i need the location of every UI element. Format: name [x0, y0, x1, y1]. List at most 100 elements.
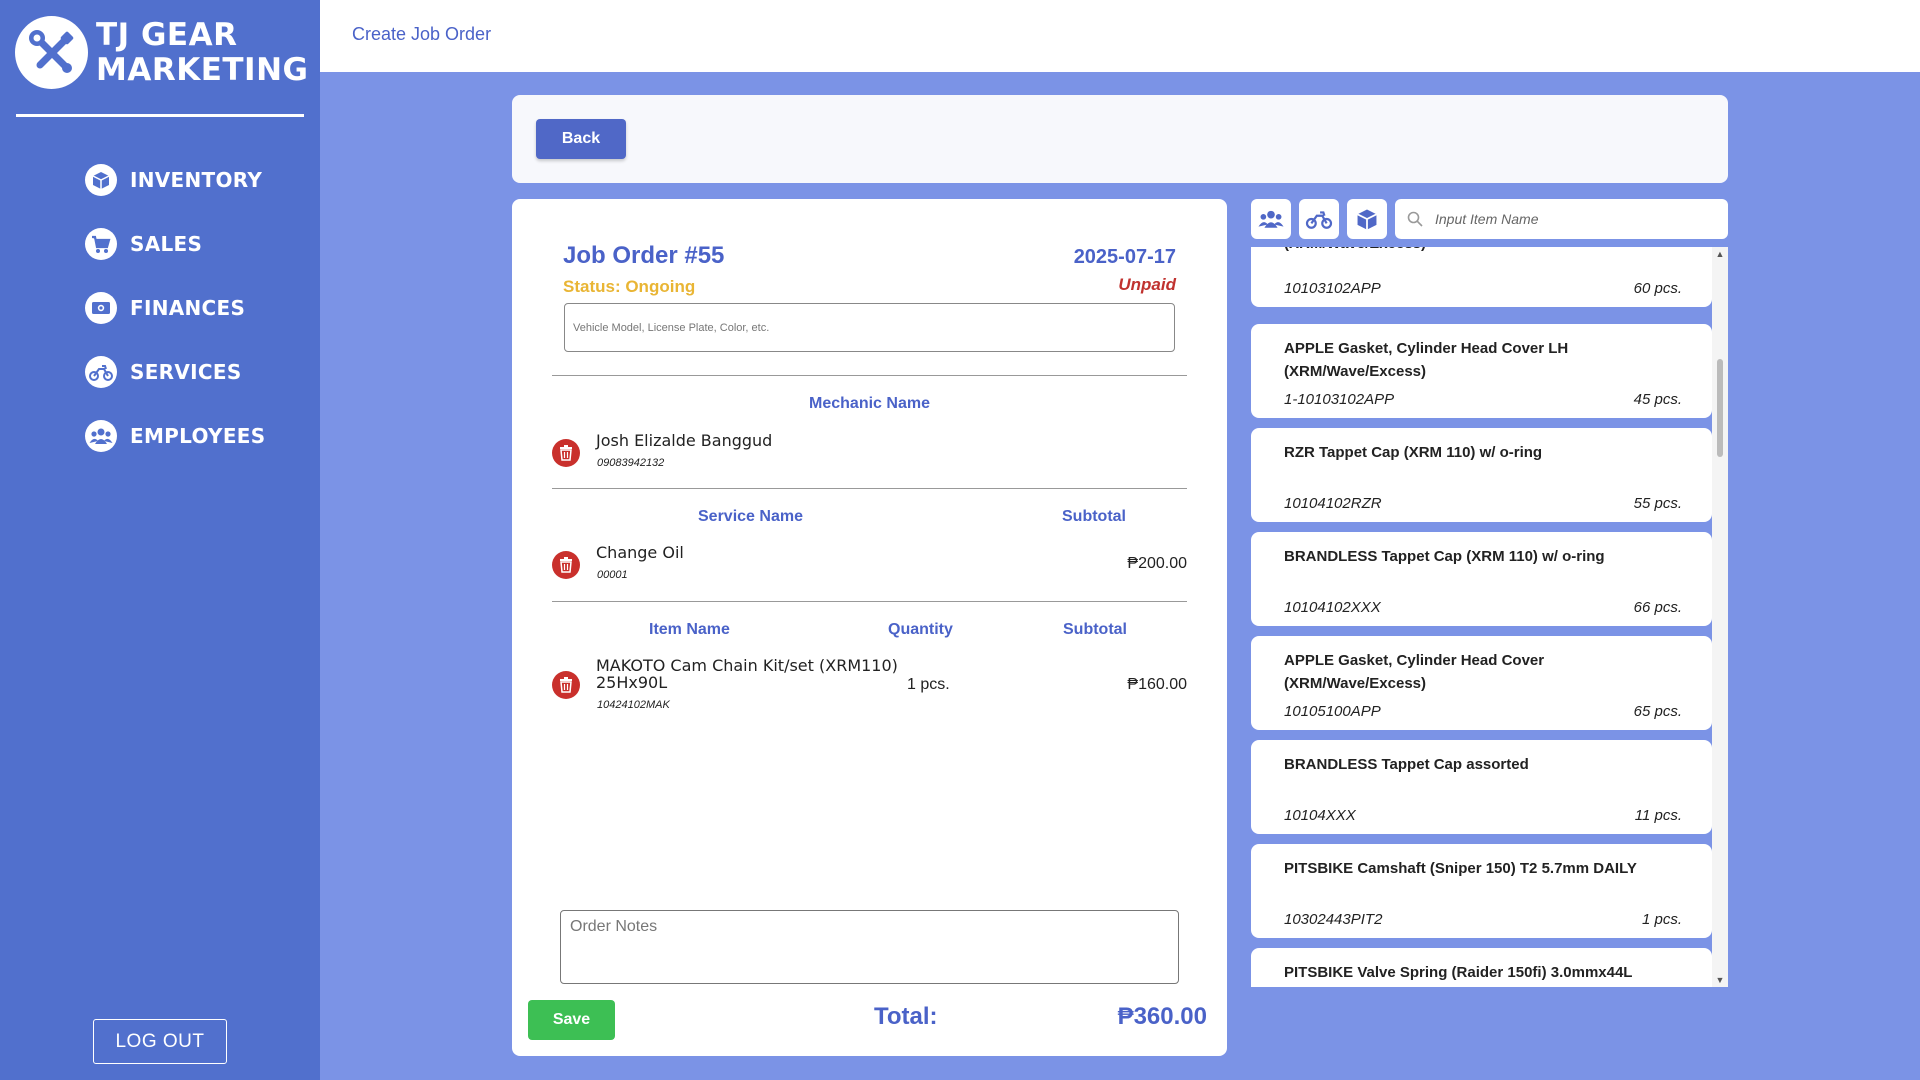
item-card-name: APPLE Gasket, Cylinder Head Cover (XRM/W…	[1284, 652, 1545, 692]
trash-icon	[560, 677, 572, 693]
sidebar-item-label: SALES	[130, 232, 203, 256]
payment-status: Unpaid	[1118, 275, 1176, 294]
item-quantity: 1 pcs.	[907, 676, 950, 693]
motorcycle-icon	[1305, 211, 1333, 229]
mechanic-name: Josh Elizalde Banggud	[596, 431, 773, 450]
box-icon	[85, 164, 117, 196]
item-list-scrollbar[interactable]: ▲ ▼	[1712, 247, 1728, 987]
item-card-qty: 55 pcs.	[1633, 495, 1682, 512]
back-panel: Back	[512, 95, 1728, 183]
item-card[interactable]: APPLE Gasket, Cylinder Head Cover LH (XR…	[1251, 324, 1712, 418]
item-card-code: 10104102RZR	[1284, 495, 1382, 512]
item-card[interactable]: BRANDLESS Tappet Cap (XRM 110) w/ o-ring…	[1251, 532, 1712, 626]
trash-icon	[560, 445, 572, 461]
scroll-up-icon[interactable]: ▲	[1715, 249, 1725, 259]
item-card-qty: 1 pcs.	[1641, 911, 1682, 928]
total-value: ₱360.00	[1117, 1003, 1207, 1030]
brand-line-1: TJ GEAR	[96, 16, 238, 53]
delete-service-button[interactable]	[552, 551, 580, 579]
item-card-name: BRANDLESS Tappet Cap assorted	[1284, 756, 1529, 773]
item-name-line-2: 25Hx90L	[596, 673, 668, 692]
filter-services-button[interactable]	[1299, 199, 1339, 239]
service-subtotal-header: Subtotal	[1062, 508, 1126, 525]
users-icon	[1258, 210, 1284, 228]
item-card[interactable]: BRANDLESS Tappet Cap assorted 10104XXX 1…	[1251, 740, 1712, 834]
sidebar-item-inventory[interactable]: INVENTORY	[85, 164, 262, 196]
item-card[interactable]: APPLE Gasket, Cylinder Head Cover (XRM/W…	[1251, 636, 1712, 730]
job-status: Status: Ongoing	[563, 277, 696, 296]
item-code: 10424102MAK	[597, 699, 670, 711]
item-card-code: 10104102XXX	[1284, 599, 1381, 616]
save-button[interactable]: Save	[528, 1000, 615, 1040]
sidebar-item-label: SERVICES	[130, 360, 242, 384]
item-card-name: PITSBIKE Valve Spring (Raider 150fi) 3.0…	[1284, 964, 1633, 981]
service-name: Change Oil	[596, 543, 684, 562]
item-name-line-1: MAKOTO Cam Chain Kit/set (XRM110)	[596, 656, 898, 675]
sidebar-item-services[interactable]: SERVICES	[85, 356, 242, 388]
item-subtotal: ₱160.00	[1127, 676, 1187, 693]
scroll-thumb[interactable]	[1717, 359, 1723, 457]
item-card[interactable]: PITSBIKE Camshaft (Sniper 150) T2 5.7mm …	[1251, 844, 1712, 938]
item-card-name: PITSBIKE Camshaft (Sniper 150) T2 5.7mm …	[1284, 860, 1637, 877]
filter-employees-button[interactable]	[1251, 199, 1291, 239]
item-card-qty: 45 pcs.	[1633, 391, 1682, 408]
item-card[interactable]: (XRM/Wave/Excess) 10103102APP 60 pcs.	[1251, 247, 1712, 307]
item-card-qty: 60 pcs.	[1633, 280, 1682, 297]
brand-logo: TJ GEAR MARKETING	[15, 16, 308, 89]
order-notes-input[interactable]	[560, 910, 1179, 984]
sidebar-item-employees[interactable]: EMPLOYEES	[85, 420, 265, 452]
scroll-down-icon[interactable]: ▼	[1715, 975, 1725, 985]
search-input[interactable]	[1435, 211, 1715, 227]
delete-mechanic-button[interactable]	[552, 439, 580, 467]
item-card[interactable]: PITSBIKE Valve Spring (Raider 150fi) 3.0…	[1251, 948, 1712, 987]
job-order-date: 2025-07-17	[1073, 246, 1176, 268]
page-title: Create Job Order	[352, 24, 492, 44]
sidebar-item-label: EMPLOYEES	[130, 424, 266, 448]
motorcycle-icon	[85, 356, 117, 388]
filter-items-button[interactable]	[1347, 199, 1387, 239]
item-card-code: 10103102APP	[1284, 280, 1381, 297]
mechanic-phone: 09083942132	[597, 457, 665, 469]
sidebar-item-sales[interactable]: SALES	[85, 228, 202, 260]
item-name-header: Item Name	[649, 621, 730, 638]
sidebar-item-label: FINANCES	[130, 296, 246, 320]
top-bar: Create Job Order	[320, 0, 1920, 72]
vehicle-details-input[interactable]	[564, 303, 1175, 352]
job-order-title: Job Order #55	[563, 242, 725, 269]
sidebar-item-label: INVENTORY	[130, 168, 263, 192]
sidebar: TJ GEAR MARKETING INVENTORY SALES FINANC…	[0, 0, 320, 1080]
divider	[552, 488, 1187, 489]
divider	[552, 375, 1187, 376]
mechanic-header: Mechanic Name	[809, 395, 930, 412]
sidebar-divider	[16, 114, 304, 117]
item-card-qty: 65 pcs.	[1633, 703, 1682, 720]
back-button[interactable]: Back	[536, 119, 626, 159]
wrench-screwdriver-icon	[15, 16, 88, 89]
sidebar-item-finances[interactable]: FINANCES	[85, 292, 245, 324]
item-card-name: (XRM/Wave/Excess)	[1284, 247, 1684, 255]
divider	[552, 601, 1187, 602]
money-icon	[85, 292, 117, 324]
item-card-code: 10104XXX	[1284, 807, 1356, 824]
total-label: Total:	[874, 1003, 938, 1030]
item-card-code: 10302443PIT2	[1284, 911, 1383, 928]
cart-icon	[85, 228, 117, 260]
item-list: (XRM/Wave/Excess) 10103102APP 60 pcs. AP…	[1251, 247, 1728, 987]
item-card-qty: 11 pcs.	[1634, 807, 1682, 824]
item-card-qty: 66 pcs.	[1633, 599, 1682, 616]
delete-item-button[interactable]	[552, 671, 580, 699]
service-name-header: Service Name	[698, 508, 803, 525]
item-card-name: APPLE Gasket, Cylinder Head Cover LH (XR…	[1284, 340, 1569, 380]
item-card[interactable]: RZR Tappet Cap (XRM 110) w/ o-ring 10104…	[1251, 428, 1712, 522]
brand-line-2: MARKETING	[96, 51, 309, 88]
job-order-panel: Job Order #55 2025-07-17 Status: Ongoing…	[512, 199, 1227, 1056]
item-subtotal-header: Subtotal	[1063, 621, 1127, 638]
logout-button[interactable]: LOG OUT	[93, 1019, 227, 1064]
item-card-name: RZR Tappet Cap (XRM 110) w/ o-ring	[1284, 444, 1543, 461]
item-search[interactable]	[1395, 199, 1728, 239]
item-card-code: 10105100APP	[1284, 703, 1381, 720]
item-name: MAKOTO Cam Chain Kit/set (XRM110) 25Hx90…	[596, 657, 898, 691]
trash-icon	[560, 557, 572, 573]
item-card-code: 1-10103102APP	[1284, 391, 1395, 408]
box-icon	[1357, 209, 1377, 230]
